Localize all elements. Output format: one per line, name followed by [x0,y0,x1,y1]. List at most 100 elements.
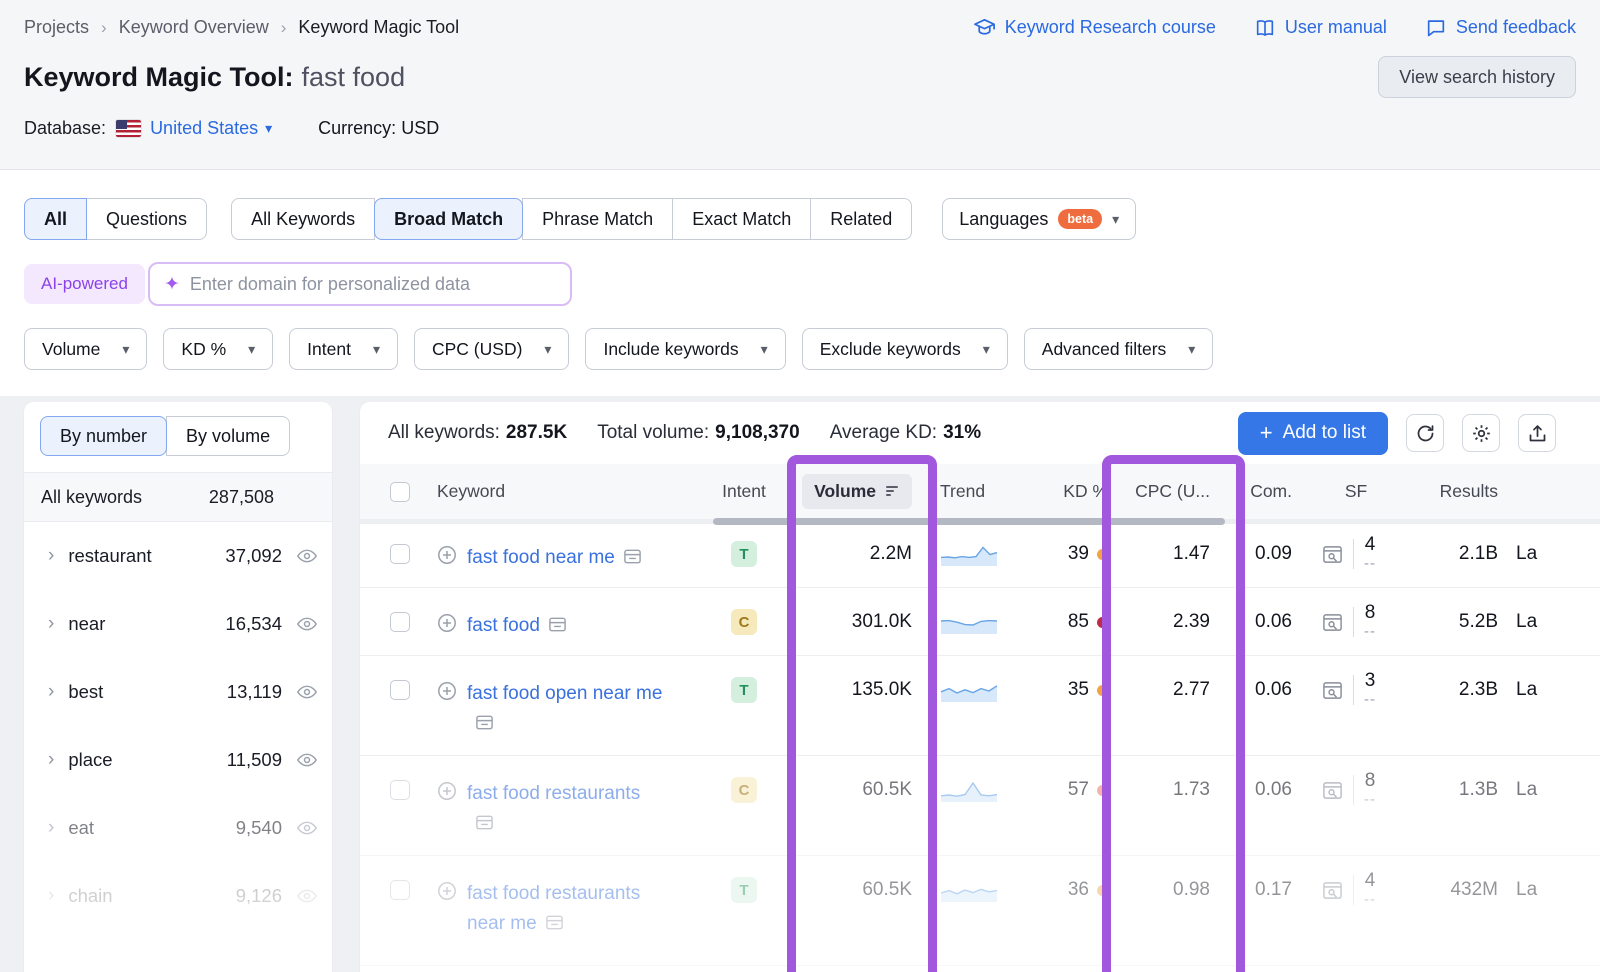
serp-features-icon[interactable] [1322,780,1343,801]
column-header-results[interactable]: Results [1410,464,1512,520]
breadcrumb-item-keyword-overview[interactable]: Keyword Overview [119,17,269,38]
kd-indicator-dot [1097,549,1108,560]
column-header-com[interactable]: Com. [1220,464,1302,520]
eye-icon[interactable] [296,681,318,703]
sidebar-group-chain[interactable]: › chain 9,126 [24,862,332,930]
toggle-by-number[interactable]: By number [40,416,167,456]
add-keyword-icon[interactable] [437,881,457,901]
chevron-down-icon: ▾ [265,120,272,137]
page-header: Projects›Keyword Overview›Keyword Magic … [0,0,1600,170]
export-button[interactable] [1518,414,1556,452]
filter-cpc-usd[interactable]: CPC (USD)▾ [414,328,569,370]
add-keyword-icon[interactable] [437,781,457,801]
column-header-volume[interactable]: Volume [802,474,912,509]
serp-features-icon[interactable] [1322,612,1343,633]
chevron-right-icon: › [48,613,54,635]
user-manual-link[interactable]: User manual [1254,17,1387,39]
row-checkbox[interactable] [390,612,410,632]
eye-icon[interactable] [296,613,318,635]
sidebar-group-place[interactable]: › place 11,509 [24,726,332,794]
filter-kd[interactable]: KD %▾ [163,328,273,370]
tab-all-keywords[interactable]: All Keywords [231,198,375,240]
serp-preview-icon[interactable] [475,812,494,842]
sf-dashes: -- [1364,690,1376,709]
add-keyword-icon[interactable] [437,613,457,633]
eye-icon[interactable] [296,545,318,567]
group-label: restaurant [68,545,151,567]
filter-advanced-filters[interactable]: Advanced filters▾ [1024,328,1214,370]
filter-include-keywords[interactable]: Include keywords▾ [585,328,785,370]
domain-input[interactable] [190,274,556,295]
send-feedback-link[interactable]: Send feedback [1425,17,1576,39]
results-value: 432M [1410,856,1512,924]
tab-broad-match[interactable]: Broad Match [374,198,523,240]
sidebar-group-best[interactable]: › best 13,119 [24,658,332,726]
row-checkbox[interactable] [390,544,410,564]
column-header-cpc[interactable]: CPC (U... [1108,464,1220,520]
eye-icon[interactable] [296,749,318,771]
refresh-button[interactable] [1406,414,1444,452]
serp-preview-icon[interactable] [548,614,567,644]
sf-dashes: -- [1364,554,1376,573]
group-label: place [68,749,112,771]
chevron-down-icon: ▾ [248,341,255,358]
sidebar-sort-toggle: By numberBy volume [40,416,316,456]
sidebar-group-eat[interactable]: › eat 9,540 [24,794,332,862]
serp-preview-icon[interactable] [475,712,494,742]
match-type-group: All KeywordsBroad MatchPhrase MatchExact… [231,198,912,240]
languages-dropdown[interactable]: Languages beta ▾ [942,198,1136,240]
all-keywords-count: 287,508 [209,487,274,508]
column-header-sf[interactable]: SF [1302,464,1410,520]
group-count: 9,540 [236,817,282,839]
domain-input-wrap: ✦ [148,262,572,306]
tab-questions[interactable]: Questions [86,198,207,240]
eye-icon[interactable] [296,885,318,907]
serp-preview-icon[interactable] [623,546,642,576]
sort-descending-icon [886,486,900,497]
volume-value: 301.0K [772,588,924,656]
filter-volume[interactable]: Volume▾ [24,328,147,370]
column-header-kd[interactable]: KD % [1040,464,1108,520]
add-keyword-icon[interactable] [437,681,457,701]
sidebar-group-near[interactable]: › near 16,534 [24,590,332,658]
tab-exact-match[interactable]: Exact Match [672,198,811,240]
column-header-trend[interactable]: Trend [924,464,1040,520]
tab-all[interactable]: All [24,198,87,240]
row-checkbox[interactable] [390,680,410,700]
toggle-by-volume[interactable]: By volume [166,416,290,456]
select-all-checkbox[interactable] [390,482,410,502]
serp-preview-icon[interactable] [545,912,564,942]
horizontal-scrollbar-thumb[interactable] [713,518,1225,525]
serp-features-icon[interactable] [1322,680,1343,701]
tab-phrase-match[interactable]: Phrase Match [522,198,673,240]
sidebar-group-restaurant[interactable]: › restaurant 37,092 [24,522,332,590]
serp-features-icon[interactable] [1322,544,1343,565]
page-title: Keyword Magic Tool:fast food [24,62,405,93]
intent-badge: T [731,877,757,903]
table-row: fast food near me T 2.2M 39 1.47 0.09 4 … [360,520,1600,588]
row-checkbox[interactable] [390,880,410,900]
settings-button[interactable] [1462,414,1500,452]
keyword-link[interactable]: fast food near me [467,547,615,568]
add-keyword-icon[interactable] [437,545,457,565]
kd-value: 39 [1068,543,1089,565]
row-checkbox[interactable] [390,780,410,800]
breadcrumb-item-projects[interactable]: Projects [24,17,89,38]
add-to-list-button[interactable]: + Add to list [1238,412,1388,455]
serp-features-icon[interactable] [1322,880,1343,901]
all-keywords-row[interactable]: All keywords 287,508 [24,472,332,522]
eye-icon[interactable] [296,817,318,839]
column-header-intent[interactable]: Intent [716,464,772,520]
keyword-link[interactable]: fast food restaurants [467,783,640,804]
keyword-research-course-link[interactable]: Keyword Research course [973,16,1216,39]
filter-intent[interactable]: Intent▾ [289,328,398,370]
tab-related[interactable]: Related [810,198,912,240]
database-selector[interactable]: United States ▾ [150,118,272,139]
keyword-link[interactable]: fast food [467,615,540,636]
last-update-value: La [1512,656,1600,724]
view-search-history-button[interactable]: View search history [1378,56,1576,98]
keyword-link[interactable]: fast food open near me [467,683,662,704]
column-header-keyword[interactable]: Keyword [420,464,716,520]
filter-exclude-keywords[interactable]: Exclude keywords▾ [802,328,1008,370]
intent-badge: T [731,541,757,567]
